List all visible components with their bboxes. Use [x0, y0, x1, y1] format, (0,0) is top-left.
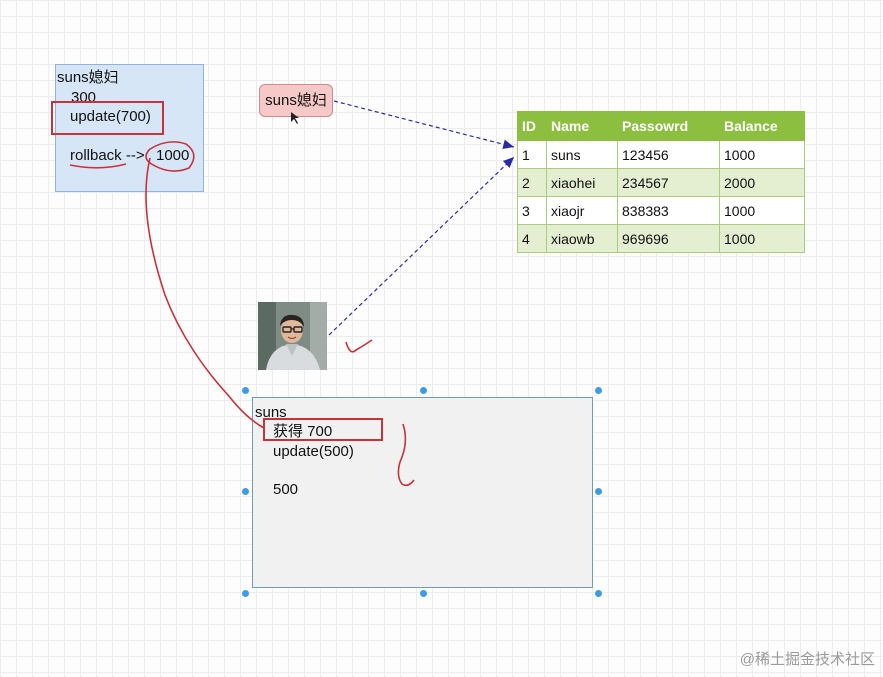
annotation-layer	[69, 100, 515, 487]
flow-link-curve	[145, 157, 265, 429]
tag-to-table-arrow	[333, 100, 515, 149]
avatar-to-table-arrow	[328, 156, 515, 336]
result-circle	[145, 141, 195, 172]
watermark: @稀土掘金技术社区	[739, 651, 875, 668]
hand-stroke-mark	[397, 423, 415, 487]
checkmark-mark	[345, 339, 373, 353]
rollback-underline	[69, 163, 127, 169]
mouse-cursor-icon	[291, 112, 299, 124]
